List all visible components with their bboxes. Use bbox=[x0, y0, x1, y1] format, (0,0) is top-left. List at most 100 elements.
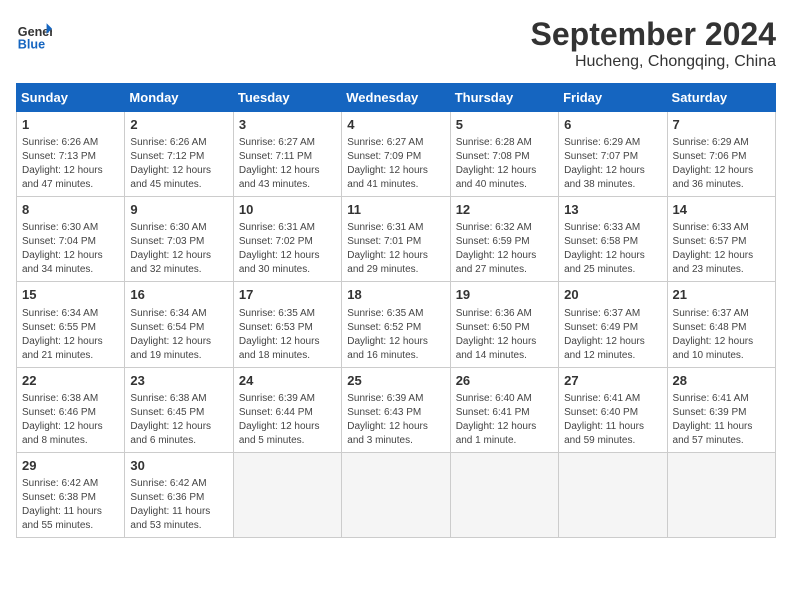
day-info: Sunrise: 6:30 AM Sunset: 7:04 PM Dayligh… bbox=[22, 221, 119, 277]
day-info: Sunrise: 6:38 AM Sunset: 6:46 PM Dayligh… bbox=[22, 392, 119, 448]
day-number: 29 bbox=[22, 457, 119, 475]
day-info: Sunrise: 6:34 AM Sunset: 6:55 PM Dayligh… bbox=[22, 307, 119, 363]
day-number: 23 bbox=[130, 372, 227, 390]
calendar-cell: 15 Sunrise: 6:34 AM Sunset: 6:55 PM Dayli… bbox=[17, 282, 125, 367]
header-day-friday: Friday bbox=[559, 84, 667, 112]
day-number: 16 bbox=[130, 286, 227, 304]
calendar-cell: 24Sunrise: 6:39 AM Sunset: 6:44 PM Dayli… bbox=[233, 367, 341, 452]
calendar-cell: 9 Sunrise: 6:30 AM Sunset: 7:03 PM Daylig… bbox=[125, 197, 233, 282]
day-info: Sunrise: 6:26 AM Sunset: 7:13 PM Dayligh… bbox=[22, 136, 119, 192]
calendar-cell: 22Sunrise: 6:38 AM Sunset: 6:46 PM Dayli… bbox=[17, 367, 125, 452]
calendar-cell: 11 Sunrise: 6:31 AM Sunset: 7:01 PM Dayli… bbox=[342, 197, 450, 282]
title-block: September 2024 Hucheng, Chongqing, China bbox=[531, 16, 776, 71]
logo-icon: General Blue bbox=[16, 16, 52, 52]
day-number: 11 bbox=[347, 201, 444, 219]
calendar-cell: 3 Sunrise: 6:27 AM Sunset: 7:11 PM Daylig… bbox=[233, 112, 341, 197]
calendar-cell: 20 Sunrise: 6:37 AM Sunset: 6:49 PM Dayli… bbox=[559, 282, 667, 367]
day-number: 17 bbox=[239, 286, 336, 304]
day-info: Sunrise: 6:32 AM Sunset: 6:59 PM Dayligh… bbox=[456, 221, 553, 277]
calendar-cell: 30 Sunrise: 6:42 AM Sunset: 6:36 PM Dayli… bbox=[125, 452, 233, 537]
day-number: 5 bbox=[456, 116, 553, 134]
week-row-4: 22Sunrise: 6:38 AM Sunset: 6:46 PM Dayli… bbox=[17, 367, 776, 452]
week-row-2: 8Sunrise: 6:30 AM Sunset: 7:04 PM Daylig… bbox=[17, 197, 776, 282]
header-day-tuesday: Tuesday bbox=[233, 84, 341, 112]
header-day-sunday: Sunday bbox=[17, 84, 125, 112]
day-info: Sunrise: 6:39 AM Sunset: 6:44 PM Dayligh… bbox=[239, 392, 336, 448]
calendar-cell bbox=[667, 452, 775, 537]
calendar-cell: 27 Sunrise: 6:41 AM Sunset: 6:40 PM Dayli… bbox=[559, 367, 667, 452]
calendar-cell: 19Sunrise: 6:36 AM Sunset: 6:50 PM Dayli… bbox=[450, 282, 558, 367]
day-number: 4 bbox=[347, 116, 444, 134]
day-info: Sunrise: 6:29 AM Sunset: 7:06 PM Dayligh… bbox=[673, 136, 770, 192]
day-info: Sunrise: 6:33 AM Sunset: 6:58 PM Dayligh… bbox=[564, 221, 661, 277]
header-day-wednesday: Wednesday bbox=[342, 84, 450, 112]
week-row-3: 15 Sunrise: 6:34 AM Sunset: 6:55 PM Dayli… bbox=[17, 282, 776, 367]
day-number: 3 bbox=[239, 116, 336, 134]
header-day-saturday: Saturday bbox=[667, 84, 775, 112]
day-number: 2 bbox=[130, 116, 227, 134]
calendar-table: SundayMondayTuesdayWednesdayThursdayFrid… bbox=[16, 83, 776, 538]
calendar-cell: 29 Sunrise: 6:42 AM Sunset: 6:38 PM Dayli… bbox=[17, 452, 125, 537]
day-info: Sunrise: 6:31 AM Sunset: 7:01 PM Dayligh… bbox=[347, 221, 444, 277]
calendar-cell: 1 Sunrise: 6:26 AM Sunset: 7:13 PM Daylig… bbox=[17, 112, 125, 197]
location-subtitle: Hucheng, Chongqing, China bbox=[531, 53, 776, 71]
calendar-cell: 10Sunrise: 6:31 AM Sunset: 7:02 PM Dayli… bbox=[233, 197, 341, 282]
day-number: 6 bbox=[564, 116, 661, 134]
day-info: Sunrise: 6:33 AM Sunset: 6:57 PM Dayligh… bbox=[673, 221, 770, 277]
day-info: Sunrise: 6:39 AM Sunset: 6:43 PM Dayligh… bbox=[347, 392, 444, 448]
day-number: 18 bbox=[347, 286, 444, 304]
calendar-cell: 5 Sunrise: 6:28 AM Sunset: 7:08 PM Daylig… bbox=[450, 112, 558, 197]
calendar-body: 1 Sunrise: 6:26 AM Sunset: 7:13 PM Daylig… bbox=[17, 112, 776, 538]
day-info: Sunrise: 6:40 AM Sunset: 6:41 PM Dayligh… bbox=[456, 392, 553, 448]
day-info: Sunrise: 6:34 AM Sunset: 6:54 PM Dayligh… bbox=[130, 307, 227, 363]
day-info: Sunrise: 6:29 AM Sunset: 7:07 PM Dayligh… bbox=[564, 136, 661, 192]
calendar-cell: 17 Sunrise: 6:35 AM Sunset: 6:53 PM Dayli… bbox=[233, 282, 341, 367]
day-number: 7 bbox=[673, 116, 770, 134]
svg-text:Blue: Blue bbox=[18, 37, 45, 51]
day-info: Sunrise: 6:27 AM Sunset: 7:11 PM Dayligh… bbox=[239, 136, 336, 192]
calendar-cell: 8Sunrise: 6:30 AM Sunset: 7:04 PM Daylig… bbox=[17, 197, 125, 282]
page-header: General Blue September 2024 Hucheng, Cho… bbox=[16, 16, 776, 71]
calendar-cell: 28 Sunrise: 6:41 AM Sunset: 6:39 PM Dayli… bbox=[667, 367, 775, 452]
day-info: Sunrise: 6:35 AM Sunset: 6:53 PM Dayligh… bbox=[239, 307, 336, 363]
day-info: Sunrise: 6:26 AM Sunset: 7:12 PM Dayligh… bbox=[130, 136, 227, 192]
calendar-header: SundayMondayTuesdayWednesdayThursdayFrid… bbox=[17, 84, 776, 112]
calendar-cell: 26 Sunrise: 6:40 AM Sunset: 6:41 PM Dayli… bbox=[450, 367, 558, 452]
day-number: 28 bbox=[673, 372, 770, 390]
day-number: 27 bbox=[564, 372, 661, 390]
day-info: Sunrise: 6:37 AM Sunset: 6:49 PM Dayligh… bbox=[564, 307, 661, 363]
day-info: Sunrise: 6:36 AM Sunset: 6:50 PM Dayligh… bbox=[456, 307, 553, 363]
header-day-thursday: Thursday bbox=[450, 84, 558, 112]
calendar-cell bbox=[233, 452, 341, 537]
month-title: September 2024 bbox=[531, 16, 776, 53]
calendar-cell bbox=[450, 452, 558, 537]
calendar-cell bbox=[559, 452, 667, 537]
calendar-cell: 14 Sunrise: 6:33 AM Sunset: 6:57 PM Dayli… bbox=[667, 197, 775, 282]
header-row: SundayMondayTuesdayWednesdayThursdayFrid… bbox=[17, 84, 776, 112]
header-day-monday: Monday bbox=[125, 84, 233, 112]
calendar-cell: 7 Sunrise: 6:29 AM Sunset: 7:06 PM Daylig… bbox=[667, 112, 775, 197]
day-info: Sunrise: 6:30 AM Sunset: 7:03 PM Dayligh… bbox=[130, 221, 227, 277]
calendar-cell bbox=[342, 452, 450, 537]
day-number: 25 bbox=[347, 372, 444, 390]
calendar-cell: 6 Sunrise: 6:29 AM Sunset: 7:07 PM Daylig… bbox=[559, 112, 667, 197]
week-row-5: 29 Sunrise: 6:42 AM Sunset: 6:38 PM Dayli… bbox=[17, 452, 776, 537]
day-info: Sunrise: 6:42 AM Sunset: 6:36 PM Dayligh… bbox=[130, 477, 227, 533]
day-info: Sunrise: 6:41 AM Sunset: 6:40 PM Dayligh… bbox=[564, 392, 661, 448]
day-number: 15 bbox=[22, 286, 119, 304]
day-info: Sunrise: 6:28 AM Sunset: 7:08 PM Dayligh… bbox=[456, 136, 553, 192]
calendar-cell: 18Sunrise: 6:35 AM Sunset: 6:52 PM Dayli… bbox=[342, 282, 450, 367]
day-info: Sunrise: 6:27 AM Sunset: 7:09 PM Dayligh… bbox=[347, 136, 444, 192]
day-info: Sunrise: 6:41 AM Sunset: 6:39 PM Dayligh… bbox=[673, 392, 770, 448]
day-info: Sunrise: 6:37 AM Sunset: 6:48 PM Dayligh… bbox=[673, 307, 770, 363]
calendar-cell: 4 Sunrise: 6:27 AM Sunset: 7:09 PM Daylig… bbox=[342, 112, 450, 197]
day-number: 1 bbox=[22, 116, 119, 134]
day-number: 10 bbox=[239, 201, 336, 219]
day-number: 20 bbox=[564, 286, 661, 304]
day-number: 30 bbox=[130, 457, 227, 475]
day-info: Sunrise: 6:42 AM Sunset: 6:38 PM Dayligh… bbox=[22, 477, 119, 533]
day-number: 9 bbox=[130, 201, 227, 219]
day-number: 26 bbox=[456, 372, 553, 390]
calendar-cell: 25 Sunrise: 6:39 AM Sunset: 6:43 PM Dayli… bbox=[342, 367, 450, 452]
day-number: 14 bbox=[673, 201, 770, 219]
